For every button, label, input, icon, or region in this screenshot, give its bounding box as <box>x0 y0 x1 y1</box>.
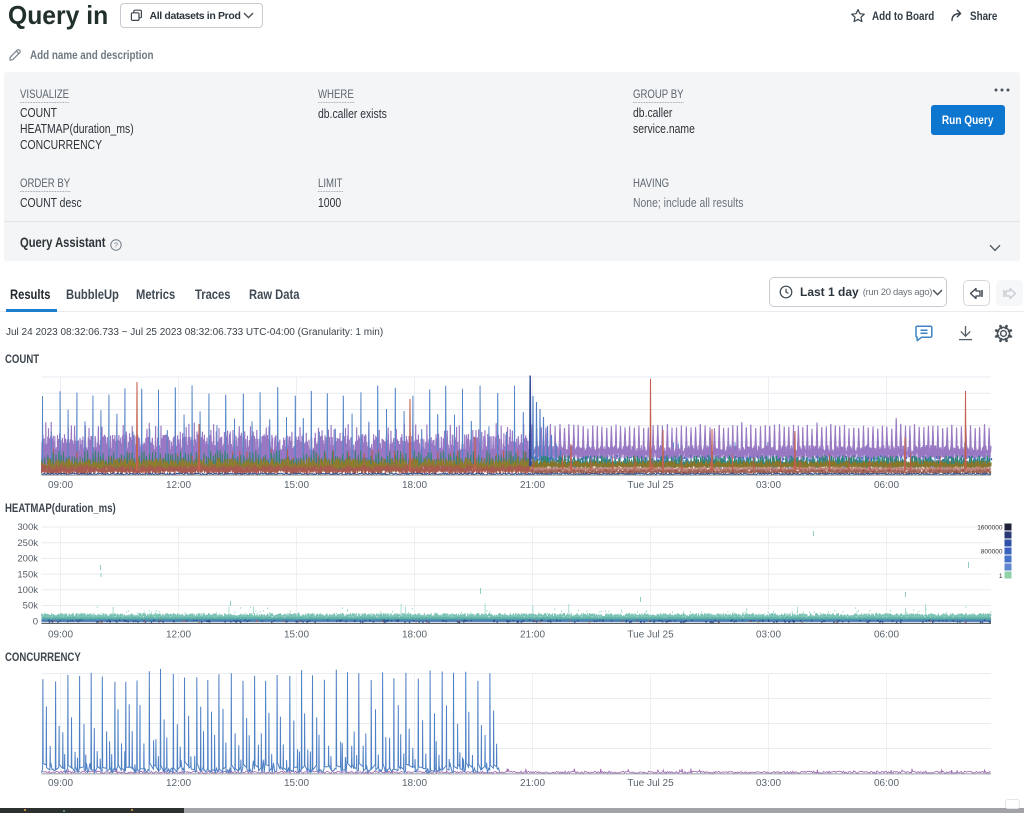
svg-text:06:00: 06:00 <box>874 630 899 641</box>
svg-text:100k: 100k <box>17 585 38 596</box>
svg-text:1600000: 1600000 <box>977 525 1003 532</box>
svg-text:Tue Jul 25: Tue Jul 25 <box>627 778 674 789</box>
svg-text:800000: 800000 <box>981 549 1003 556</box>
svg-text:Tue Jul 25: Tue Jul 25 <box>627 480 674 491</box>
svg-text:18:00: 18:00 <box>402 480 427 491</box>
svg-text:21:00: 21:00 <box>520 778 545 789</box>
svg-text:03:00: 03:00 <box>756 630 781 641</box>
svg-text:15:00: 15:00 <box>284 630 309 641</box>
svg-text:21:00: 21:00 <box>520 630 545 641</box>
svg-text:18:00: 18:00 <box>402 630 427 641</box>
svg-text:250k: 250k <box>17 538 38 549</box>
svg-text:12:00: 12:00 <box>166 630 191 641</box>
svg-text:0: 0 <box>33 616 38 627</box>
svg-text:09:00: 09:00 <box>48 778 73 789</box>
svg-text:21:00: 21:00 <box>520 480 545 491</box>
svg-text:03:00: 03:00 <box>756 778 781 789</box>
svg-text:15:00: 15:00 <box>284 778 309 789</box>
svg-text:03:00: 03:00 <box>756 480 781 491</box>
svg-text:09:00: 09:00 <box>48 480 73 491</box>
svg-text:150k: 150k <box>17 569 38 580</box>
svg-text:15:00: 15:00 <box>284 480 309 491</box>
svg-text:12:00: 12:00 <box>166 480 191 491</box>
svg-text:12:00: 12:00 <box>166 778 191 789</box>
svg-text:Tue Jul 25: Tue Jul 25 <box>627 630 674 641</box>
svg-text:09:00: 09:00 <box>48 630 73 641</box>
svg-text:06:00: 06:00 <box>874 480 899 491</box>
svg-text:200k: 200k <box>17 554 38 565</box>
svg-text:50k: 50k <box>23 601 39 612</box>
svg-text:1: 1 <box>999 573 1003 580</box>
svg-text:300k: 300k <box>17 522 38 533</box>
svg-text:06:00: 06:00 <box>874 778 899 789</box>
svg-text:18:00: 18:00 <box>402 778 427 789</box>
